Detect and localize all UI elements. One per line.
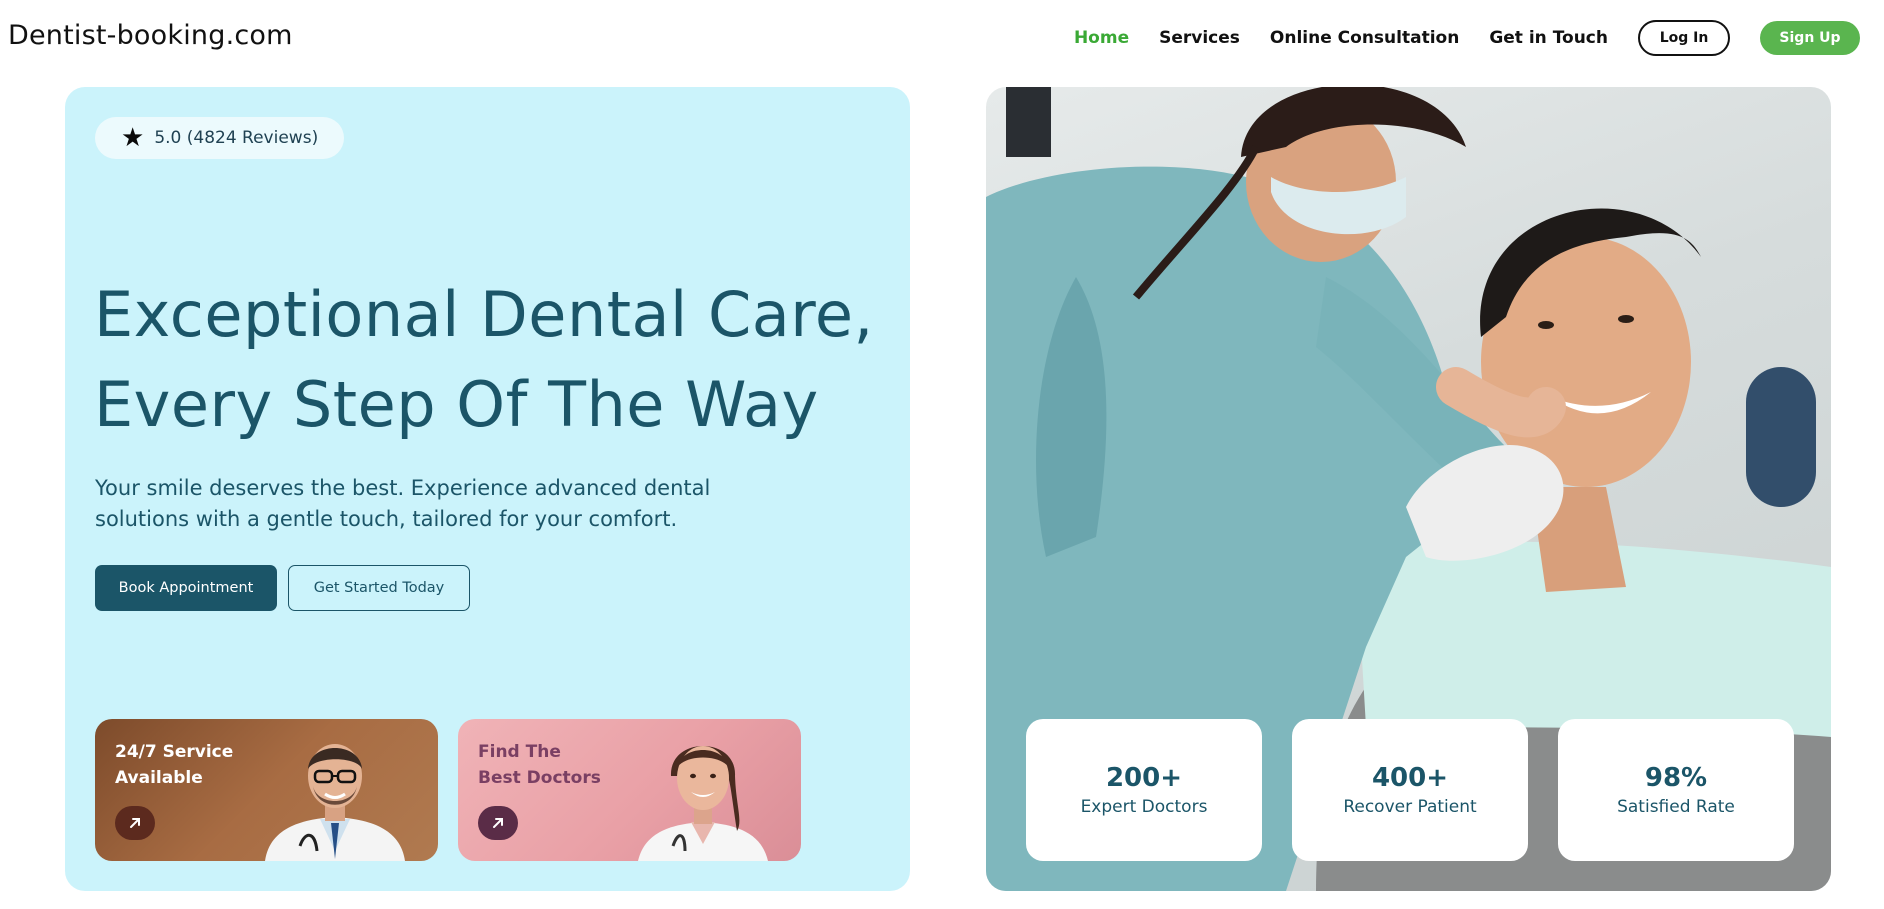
promo-card-doctors[interactable]: Find The Best Doctors [458,719,801,861]
signup-button[interactable]: Sign Up [1760,21,1860,55]
arrow-up-right-icon[interactable] [478,806,518,840]
stat-label: Expert Doctors [1080,797,1208,817]
main-nav: Home Services Online Consultation Get in… [1074,20,1860,56]
stat-card-satisfaction: 98% Satisfied Rate [1558,719,1794,861]
stat-value: 98% [1644,763,1708,793]
rating-text: 5.0 (4824 Reviews) [154,128,319,148]
star-icon: ★ [121,123,145,153]
hero-title-line1: Exceptional Dental Care, [94,278,874,351]
promo-title: Find The Best Doctors [478,739,601,791]
stat-value: 200+ [1105,763,1183,793]
nav-get-in-touch[interactable]: Get in Touch [1489,28,1608,48]
promo-title-line2: Available [115,768,203,788]
stat-label: Satisfied Rate [1617,797,1735,817]
promo-title-line1: 24/7 Service [115,742,234,762]
nav-services[interactable]: Services [1159,28,1240,48]
login-button[interactable]: Log In [1638,20,1730,56]
doctor-photo-male [265,731,405,861]
hero-subtitle: Your smile deserves the best. Experience… [95,476,711,531]
get-started-button[interactable]: Get Started Today [288,565,470,611]
promo-card-service[interactable]: 24/7 Service Available [95,719,438,861]
promo-title-line2: Best Doctors [478,768,601,788]
hero-title-line2: Every Step Of The Way [94,368,819,441]
stat-card-doctors: 200+ Expert Doctors [1026,719,1262,861]
rating-badge: ★ 5.0 (4824 Reviews) [95,117,345,159]
nav-online-consultation[interactable]: Online Consultation [1270,28,1459,48]
nav-home[interactable]: Home [1074,28,1129,48]
promo-title: 24/7 Service Available [115,739,233,791]
arrow-up-right-icon[interactable] [115,806,155,840]
site-header: Dentist-booking.com Home Services Online… [0,0,1884,78]
hero-title: Exceptional Dental Care, Every Step Of T… [94,270,894,450]
stat-card-patients: 400+ Recover Patient [1292,719,1528,861]
hero-panel: ★ 5.0 (4824 Reviews) Exceptional Dental … [65,87,910,891]
stat-value: 400+ [1371,763,1449,793]
promo-title-line1: Find The [478,742,561,762]
stats-row: 200+ Expert Doctors 400+ Recover Patient… [1026,719,1794,861]
cta-row: Book Appointment Get Started Today [95,565,470,611]
stat-label: Recover Patient [1343,797,1477,817]
book-appointment-button[interactable]: Book Appointment [95,565,277,611]
site-logo[interactable]: Dentist-booking.com [8,20,293,51]
hero-photo: 200+ Expert Doctors 400+ Recover Patient… [986,87,1831,891]
doctor-photo-female [633,726,773,861]
